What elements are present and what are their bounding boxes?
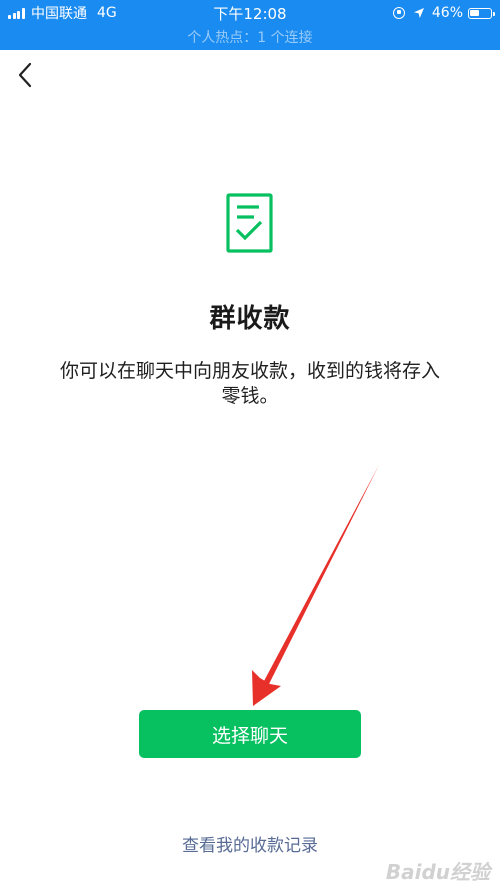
status-bar: 中国联通 4G 下午12:08 46% 个人热点：1 个连接 xyxy=(0,0,500,50)
choose-chat-button[interactable]: 选择聊天 xyxy=(139,710,361,758)
receipt-check-icon xyxy=(226,193,273,253)
chevron-left-icon xyxy=(18,62,32,88)
watermark-logo: Baidu经验 xyxy=(385,860,490,884)
battery-level-fill xyxy=(470,9,479,16)
back-button[interactable] xyxy=(10,60,40,90)
wechat-group-collection-screen: 中国联通 4G 下午12:08 46% 个人热点：1 个连接 群收款 你可以在聊… xyxy=(0,0,500,889)
location-arrow-icon xyxy=(413,8,424,18)
status-right: 46% xyxy=(392,4,495,22)
battery-icon xyxy=(468,7,495,19)
page-description: 你可以在聊天中向朋友收款，收到的钱将存入零钱。 xyxy=(59,360,440,407)
battery-percent: 46% xyxy=(431,5,463,21)
page-title: 群收款 xyxy=(209,304,291,334)
orientation-lock-icon xyxy=(392,7,405,19)
view-records-link[interactable]: 查看我的收款记录 xyxy=(0,831,500,856)
hotspot-banner[interactable]: 个人热点：1 个连接 xyxy=(0,27,500,47)
